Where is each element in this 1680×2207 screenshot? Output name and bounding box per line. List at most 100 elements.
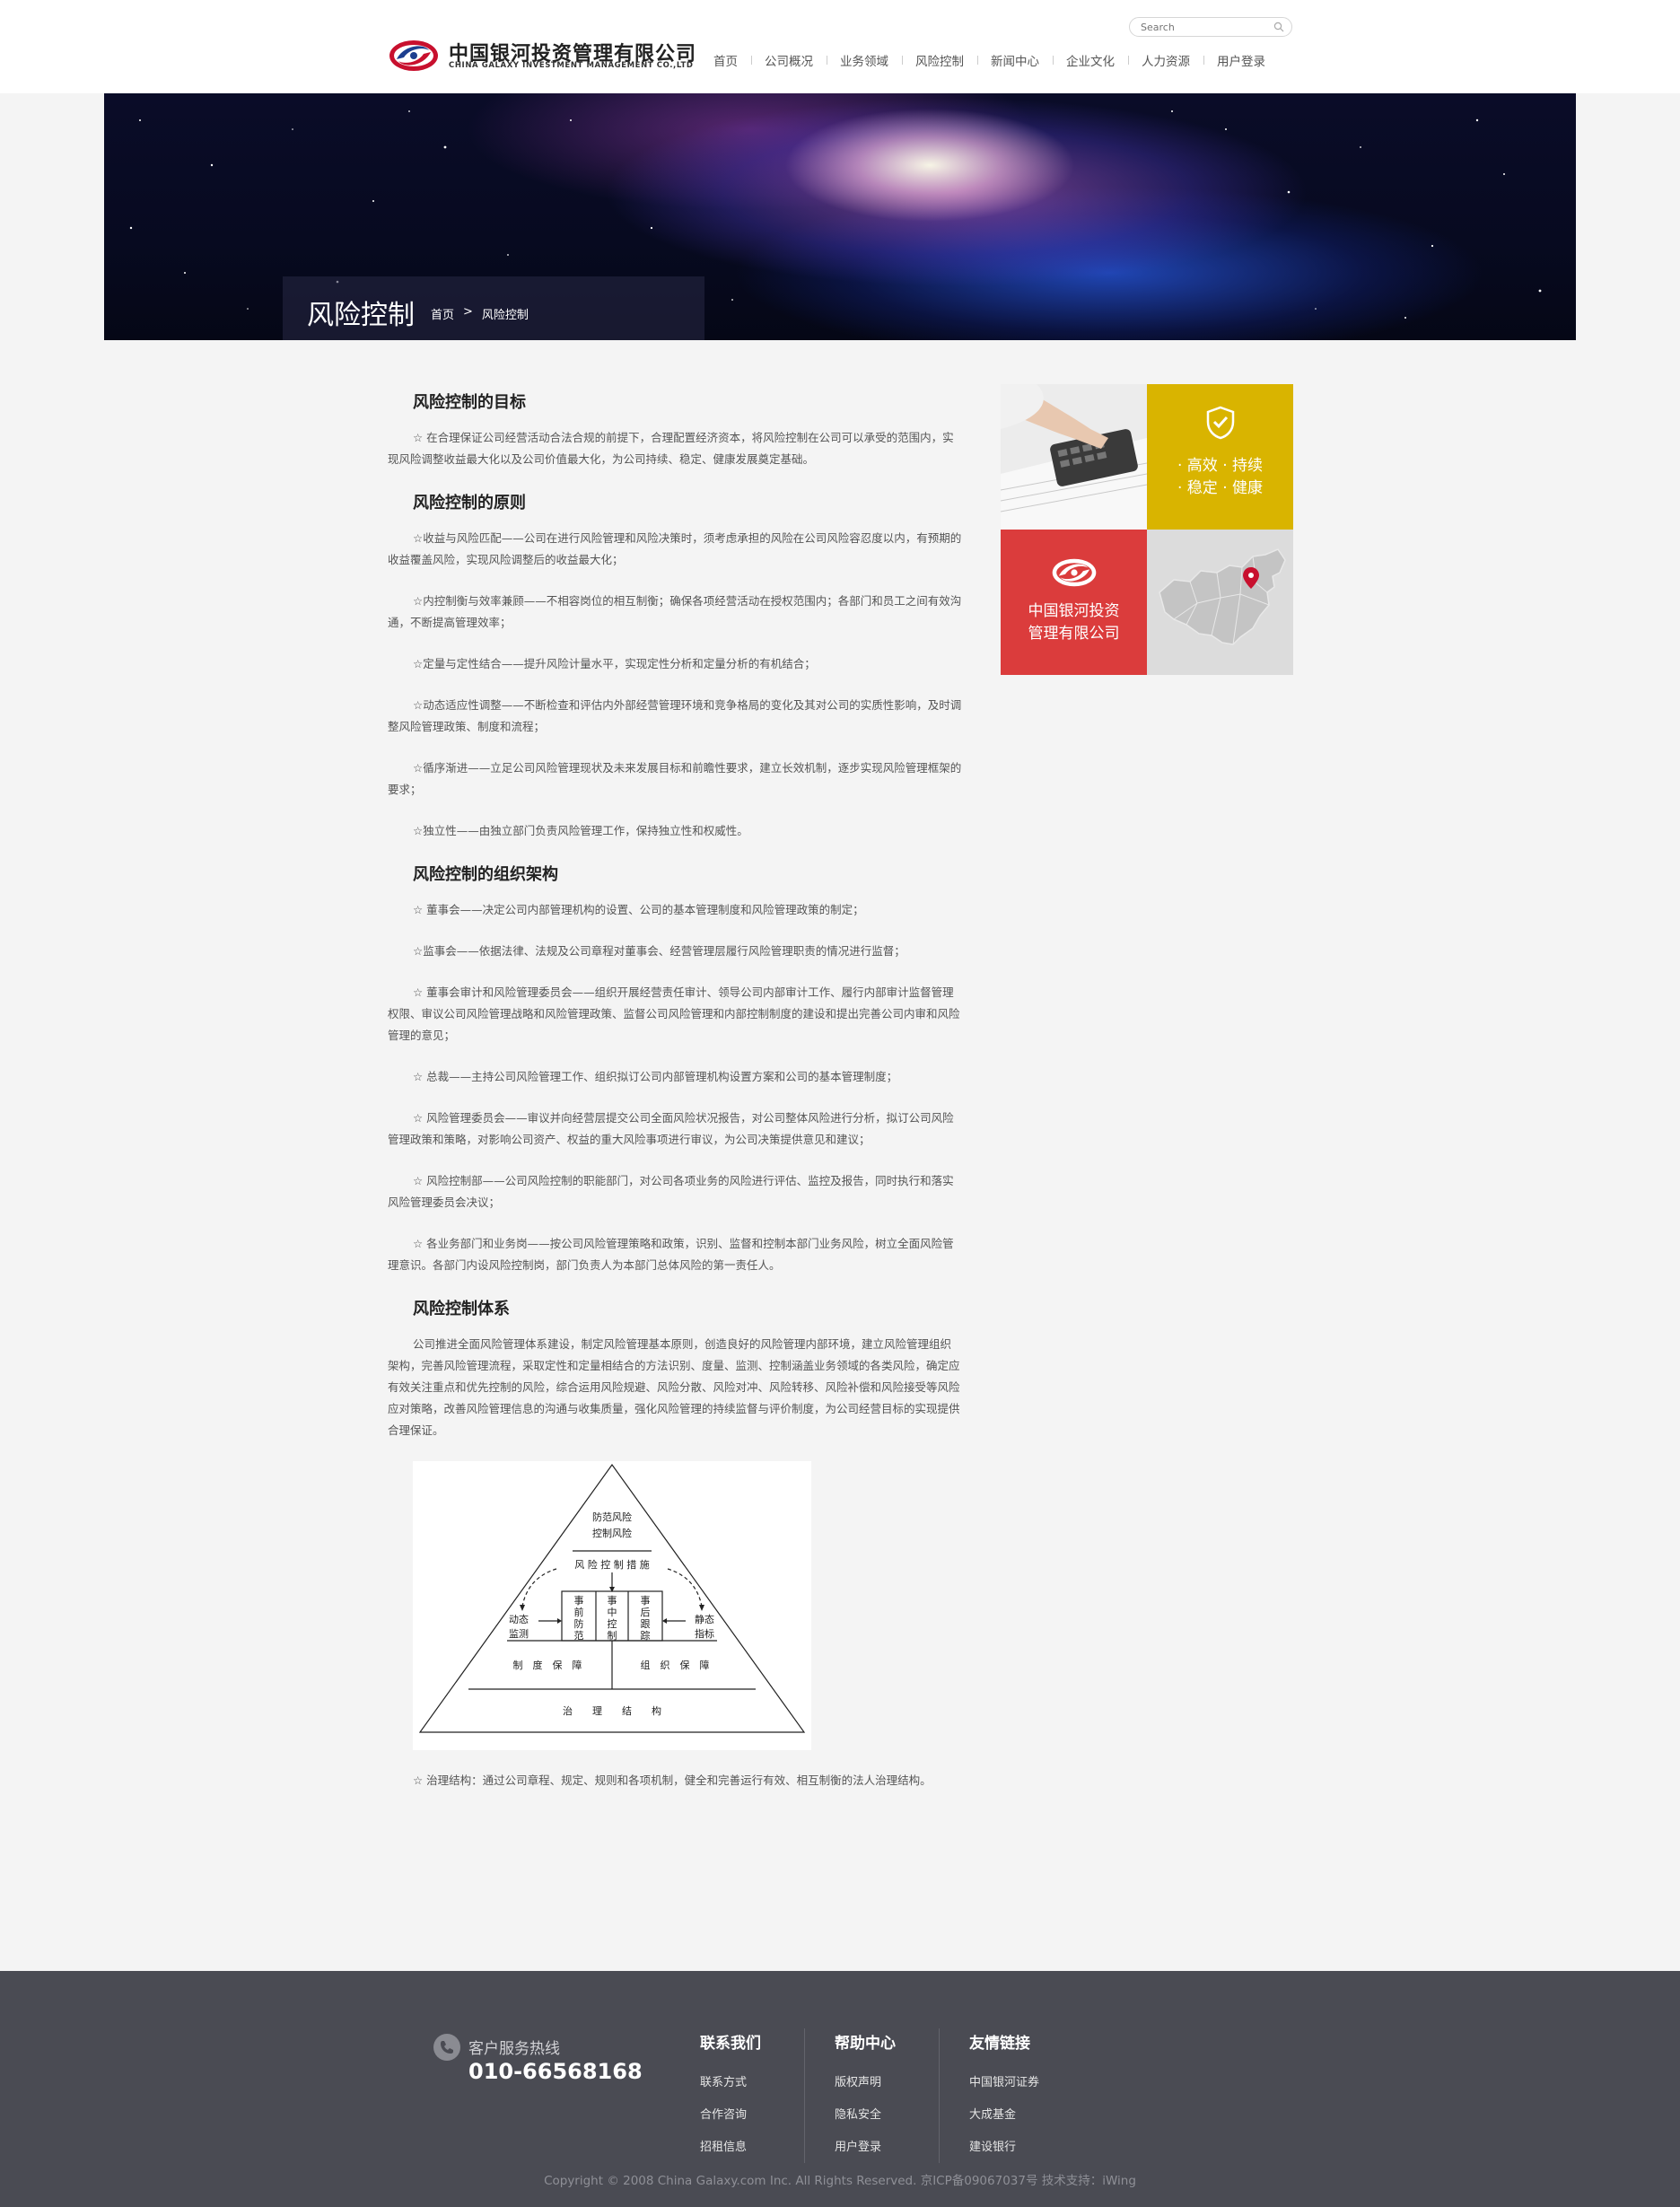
breadcrumb: 首页 > 风险控制	[431, 305, 529, 322]
paragraph: ☆ 风险管理委员会——审议并向经营层提交公司全面风险状况报告，对公司整体风险进行…	[388, 1111, 954, 1146]
pyramid-svg: 防范风险 控制风险 风 险 控 制 措 施 动态 监测 静态 指标 事 前 防 …	[418, 1463, 806, 1733]
paragraph: ☆动态适应性调整——不断检查和评估内外部经营管理环境和竞争格局的变化及其对公司的…	[388, 698, 962, 733]
hotline-number: 010-66568168	[468, 2059, 643, 2084]
pyramid-mid-1: 事	[608, 1595, 617, 1607]
company-logo[interactable]: 中国银河投资管理有限公司 CHINA GALAXY INVESTMENT MAN…	[388, 34, 696, 77]
pyramid-top-line2: 控制风险	[592, 1527, 632, 1539]
main-nav: 首页 公司概况 业务领域 风险控制 新闻中心 企业文化 人力资源 用户登录	[700, 51, 1279, 69]
paragraph: ☆ 在合理保证公司经营活动合法合规的前提下，合理配置经济资本，将风险控制在公司可…	[388, 431, 954, 466]
footer-link-privacy[interactable]: 隐私安全	[835, 2105, 951, 2122]
footer-link-dacheng-fund[interactable]: 大成基金	[969, 2105, 1086, 2122]
footer-col-links: 友情链接 中国银河证券 大成基金 建设银行	[969, 2030, 1086, 2169]
paragraph: ☆ 董事会——决定公司内部管理机构的设置、公司的基本管理制度和风险管理政策的制定…	[413, 903, 864, 916]
pyramid-measures: 风 险 控 制 措 施	[574, 1558, 649, 1571]
calculator-photo-icon	[1001, 384, 1147, 530]
pyramid-pre-3: 防	[574, 1617, 584, 1630]
banner-section: 风险控制 首页 > 风险控制	[0, 93, 1680, 340]
section-title-organization: 风险控制的组织架构	[413, 865, 558, 884]
page-title: 风险控制	[307, 300, 415, 331]
breadcrumb-current: 风险控制	[481, 309, 529, 322]
footer-link-copyright[interactable]: 版权声明	[835, 2072, 951, 2089]
footer-divider	[939, 2028, 940, 2163]
pyramid-dynamic-2: 监测	[509, 1628, 529, 1640]
search-icon[interactable]	[1273, 22, 1284, 32]
nav-hr[interactable]: 人力资源	[1128, 51, 1203, 69]
china-map-tile[interactable]	[1147, 530, 1293, 675]
office-photo-tile	[1001, 384, 1147, 530]
pyramid-mid-3: 控	[608, 1617, 617, 1630]
section-title-goal: 风险控制的目标	[413, 393, 526, 412]
pyramid-post-3: 跟	[641, 1618, 651, 1630]
nav-company-overview[interactable]: 公司概况	[751, 51, 827, 69]
section-title-system: 风险控制体系	[413, 1300, 510, 1318]
paragraph: ☆ 董事会审计和风险管理委员会——组织开展经营责任审计、领导公司内部审计工作、履…	[388, 985, 960, 1042]
pyramid-pre-1: 事	[574, 1595, 584, 1607]
footer-link-ccb[interactable]: 建设银行	[969, 2137, 1086, 2154]
shield-check-icon	[1206, 406, 1235, 440]
paragraph: ☆循序渐进——立足公司风险管理现状及未来发展目标和前瞻性要求，建立长效机制，逐步…	[388, 761, 962, 796]
paragraph: ☆独立性——由独立部门负责风险管理工作，保持独立性和权威性。	[413, 824, 748, 837]
galaxy-logo-icon	[389, 40, 438, 71]
pyramid-static-2: 指标	[695, 1627, 714, 1640]
company-name-line2: 管理有限公司	[1028, 625, 1120, 643]
search-input[interactable]	[1141, 20, 1266, 34]
pyramid-system: 制 度 保 障	[513, 1659, 582, 1671]
breadcrumb-separator: >	[463, 305, 473, 319]
nav-home[interactable]: 首页	[700, 51, 751, 69]
paragraph: ☆ 风险控制部——公司风险控制的职能部门，对公司各项业务的风险进行评估、监控及报…	[388, 1174, 954, 1209]
paragraph: ☆ 总裁——主持公司风险管理工作、组织拟订公司内部管理机构设置方案和公司的基本管…	[413, 1070, 898, 1083]
pyramid-mid-2: 中	[608, 1607, 617, 1618]
footer-col-title: 联系我们	[700, 2035, 761, 2053]
logo-en-text: CHINA GALAXY INVESTMENT MANAGEMENT CO.,L…	[449, 61, 694, 70]
risk-pyramid-diagram: 防范风险 控制风险 风 险 控 制 措 施 动态 监测 静态 指标 事 前 防 …	[413, 1461, 811, 1750]
phone-icon	[433, 2034, 460, 2061]
pyramid-static-1: 静态	[695, 1613, 714, 1625]
values-line2: · 稳定 · 健康	[1177, 479, 1264, 497]
nav-risk-control[interactable]: 风险控制	[902, 51, 977, 69]
values-tile[interactable]: · 高效 · 持续 · 稳定 · 健康	[1147, 384, 1293, 530]
footer-divider	[804, 2028, 805, 2163]
copyright-text: Copyright © 2008 China Galaxy.com Inc. A…	[544, 2174, 1136, 2188]
section-title-principles: 风险控制的原则	[413, 494, 526, 512]
galaxy-logo-white-icon	[1052, 558, 1097, 587]
pyramid-post-2: 后	[641, 1607, 651, 1618]
main-content: 风险控制的目标 ☆ 在合理保证公司经营活动合法合规的前提下，合理配置经济资本，将…	[388, 377, 962, 1811]
pyramid-org: 组 织 保 障	[641, 1659, 710, 1671]
paragraph: ☆监事会——依据法律、法规及公司章程对董事会、经营管理层履行风险管理职责的情况进…	[413, 944, 906, 958]
footer-col-help: 帮助中心 版权声明 隐私安全 用户登录	[835, 2030, 951, 2169]
closing-paragraph: ☆ 治理结构：通过公司章程、规定、规则和各项机制，健全和完善运行有效、相互制衡的…	[413, 1773, 932, 1787]
pyramid-dynamic-1: 动态	[509, 1614, 529, 1625]
site-header: 中国银河投资管理有限公司 CHINA GALAXY INVESTMENT MAN…	[0, 0, 1680, 93]
nav-culture[interactable]: 企业文化	[1053, 51, 1128, 69]
paragraph: ☆定量与定性结合——提升风险计量水平，实现定性分析和定量分析的有机结合；	[413, 657, 816, 670]
company-name-line1: 中国银河投资	[1028, 602, 1120, 620]
paragraph: ☆内控制衡与效率兼顾——不相容岗位的相互制衡；确保各项经营活动在授权范围内；各部…	[388, 594, 962, 629]
values-line1: · 高效 · 持续	[1177, 457, 1264, 475]
paragraph: ☆ 各业务部门和业务岗——按公司风险管理策略和政策，识别、监督和控制本部门业务风…	[388, 1237, 954, 1272]
nav-business[interactable]: 业务领域	[827, 51, 902, 69]
paragraph: 公司推进全面风险管理体系建设，制定风险管理基本原则，创造良好的风险管理内部环境，…	[388, 1337, 960, 1437]
pyramid-post-4: 踪	[641, 1629, 651, 1642]
pyramid-mid-4: 制	[608, 1630, 617, 1642]
nav-login[interactable]: 用户登录	[1203, 51, 1279, 69]
pyramid-pre-4: 范	[574, 1629, 584, 1642]
pyramid-top-line1: 防范风险	[592, 1511, 632, 1523]
pyramid-post-1: 事	[641, 1595, 651, 1607]
footer-link-cooperation[interactable]: 合作咨询	[700, 2105, 817, 2122]
footer-col-contact: 联系我们 联系方式 合作咨询 招租信息	[700, 2030, 817, 2169]
paragraph: ☆收益与风险匹配——公司在进行风险管理和风险决策时，须考虑承担的风险在公司风险容…	[388, 531, 962, 566]
footer-col-title: 友情链接	[969, 2035, 1030, 2053]
footer-link-login[interactable]: 用户登录	[835, 2137, 951, 2154]
sidebar-tiles: · 高效 · 持续 · 稳定 · 健康 中国银河投资 管理有限公司	[1001, 384, 1293, 676]
breadcrumb-home[interactable]: 首页	[431, 305, 454, 322]
nav-news[interactable]: 新闻中心	[977, 51, 1053, 69]
footer-link-leasing[interactable]: 招租信息	[700, 2137, 817, 2154]
footer-col-title: 帮助中心	[835, 2035, 896, 2053]
pyramid-pre-2: 前	[574, 1606, 584, 1618]
footer-link-contact[interactable]: 联系方式	[700, 2072, 817, 2089]
china-map-icon	[1159, 548, 1286, 645]
footer-link-galaxy-securities[interactable]: 中国银河证券	[969, 2072, 1086, 2089]
hotline-label: 客户服务热线	[468, 2040, 560, 2058]
company-tile[interactable]: 中国银河投资 管理有限公司	[1001, 530, 1147, 675]
search-box[interactable]	[1129, 17, 1292, 37]
